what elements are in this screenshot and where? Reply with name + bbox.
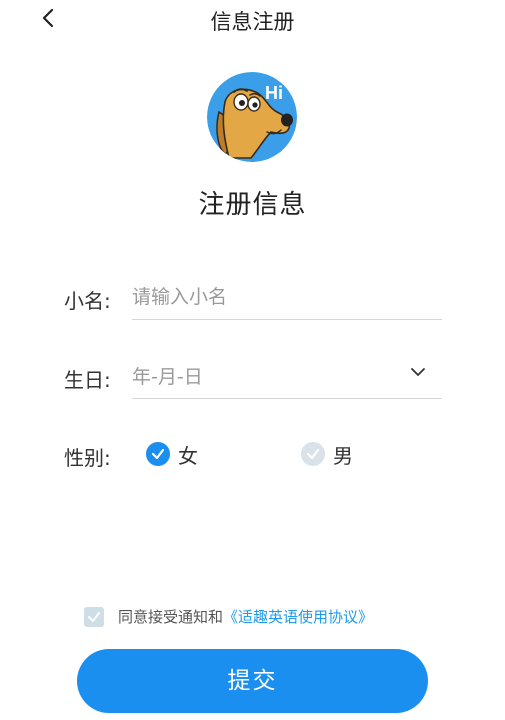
nickname-underline xyxy=(132,319,442,320)
radio-unchecked-icon xyxy=(301,442,325,466)
gender-male-label: 男 xyxy=(333,443,353,468)
birthday-dropdown[interactable] xyxy=(408,364,428,380)
nickname-input[interactable] xyxy=(132,282,432,312)
page-title: 信息注册 xyxy=(210,10,295,34)
avatar-greeting: Hi xyxy=(265,83,283,103)
gender-option-male[interactable]: 男 xyxy=(301,440,353,468)
birthday-label: 生日: xyxy=(64,368,111,392)
nickname-label: 小名: xyxy=(64,289,111,313)
gender-female-label: 女 xyxy=(178,443,198,468)
avatar: Hi xyxy=(207,72,297,162)
section-heading: 注册信息 xyxy=(198,190,307,220)
chevron-down-icon xyxy=(411,368,425,376)
check-icon xyxy=(88,611,100,622)
radio-checked-icon xyxy=(146,442,170,466)
birthday-underline xyxy=(132,398,442,399)
submit-button[interactable]: 提交 xyxy=(77,649,428,713)
birthday-picker[interactable]: 年-月-日 xyxy=(132,362,203,389)
agreement-row: 同意接受通知和 《适趣英语使用协议》 xyxy=(84,606,373,627)
gender-option-female[interactable]: 女 xyxy=(146,440,198,468)
gender-label: 性别: xyxy=(64,446,111,470)
agreement-text: 同意接受通知和 xyxy=(118,608,224,626)
top-bar: 信息注册 xyxy=(0,0,505,40)
agreement-link[interactable]: 《适趣英语使用协议》 xyxy=(223,606,373,627)
dog-avatar-icon: Hi xyxy=(207,72,297,162)
agreement-checkbox[interactable] xyxy=(84,606,104,627)
